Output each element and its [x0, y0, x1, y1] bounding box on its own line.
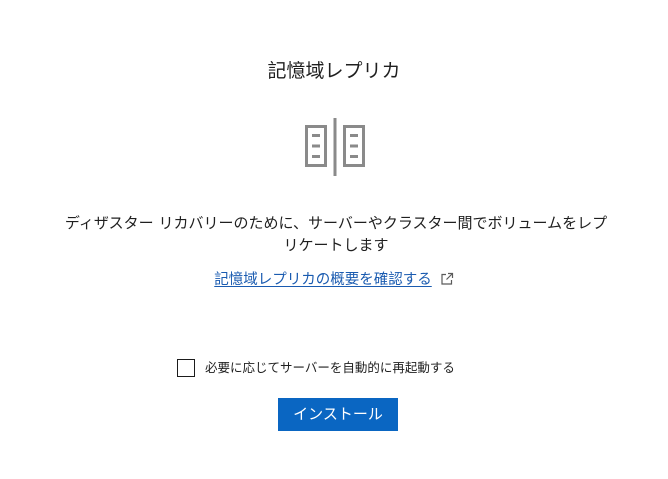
external-link-icon: [441, 272, 453, 285]
auto-restart-label: 必要に応じてサーバーを自動的に再起動する: [205, 360, 455, 375]
auto-restart-checkbox[interactable]: [177, 359, 195, 377]
page-title: 記憶域レプリカ: [267, 60, 401, 82]
feature-description: ディザスター リカバリーのために、サーバーやクラスター間でボリュームをレプリケー…: [64, 214, 608, 254]
auto-restart-option: 必要に応じてサーバーを自動的に再起動する: [177, 357, 455, 379]
overview-link-row: 記憶域レプリカの概要を確認する: [0, 270, 668, 290]
install-button[interactable]: インストール: [278, 398, 398, 431]
overview-link[interactable]: 記憶域レプリカの概要を確認する: [214, 272, 432, 288]
storage-replica-icon: [305, 118, 365, 176]
overview-link-label: 記憶域レプリカの概要を確認する: [214, 272, 432, 288]
storage-replica-panel: 記憶域レプリカ ディザスター リカバリーのために、サーバーやクラスター間でボリュ…: [0, 0, 668, 479]
